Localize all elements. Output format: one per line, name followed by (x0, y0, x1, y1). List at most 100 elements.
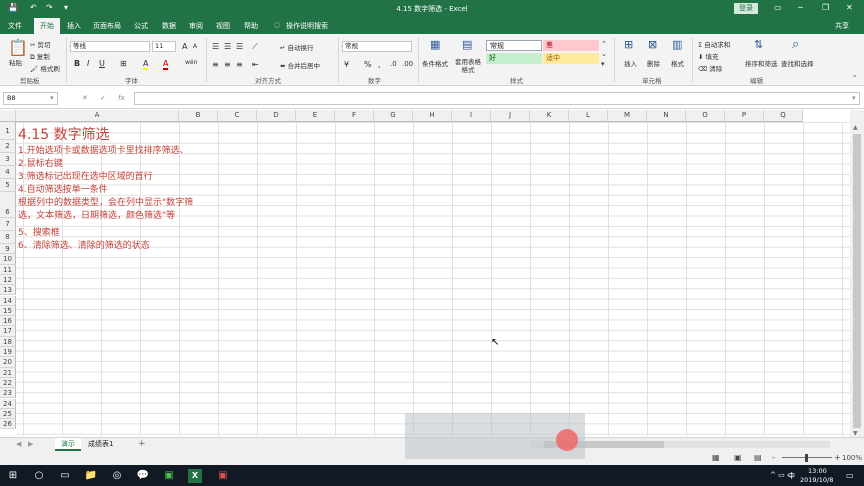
column-header-d[interactable]: D (257, 110, 296, 122)
column-header-n[interactable]: N (647, 110, 686, 122)
tab-data[interactable]: 数据 (162, 21, 176, 31)
find-select-icon[interactable]: ⌕ (792, 37, 799, 52)
tab-insert[interactable]: 插入 (67, 21, 81, 31)
row-header-1[interactable]: 1 (0, 122, 16, 140)
excel-taskbar-icon[interactable]: X (188, 469, 202, 483)
autosum-button[interactable]: Σ 自动求和 (698, 39, 730, 49)
sheet-tab-scores[interactable]: 成绩表1 (82, 438, 119, 451)
wrap-text-button[interactable]: ↵ 自动换行 (280, 42, 314, 52)
font-size-select[interactable]: 11 (152, 41, 176, 52)
row-header-23[interactable]: 23 (0, 388, 16, 399)
app-circle-icon[interactable]: ◎ (110, 469, 124, 483)
zoom-slider-thumb[interactable] (805, 454, 808, 462)
column-header-p[interactable]: P (725, 110, 764, 122)
row-header-8[interactable]: 8 (0, 231, 16, 244)
underline-button[interactable]: U (99, 59, 105, 68)
grow-font-button[interactable]: A (182, 42, 187, 51)
border-icon[interactable]: ⊞ (120, 59, 127, 68)
format-painter-button[interactable]: 🖌 格式刷 (30, 63, 60, 73)
column-header-j[interactable]: J (491, 110, 530, 122)
conditional-format-icon[interactable]: ▦ (430, 38, 440, 51)
scroll-down-icon[interactable]: ▼ (853, 430, 858, 437)
orientation-icon[interactable]: ⟋ (252, 42, 258, 52)
close-icon[interactable]: ✕ (846, 3, 853, 12)
tab-formulas[interactable]: 公式 (134, 21, 148, 31)
cell-a6-line1[interactable]: 根据列中的数据类型，会在列中显示"数字筛 (18, 195, 193, 208)
row-header-7[interactable]: 7 (0, 218, 16, 231)
row-header-22[interactable]: 22 (0, 377, 16, 389)
row-header-10[interactable]: 10 (0, 254, 16, 265)
column-header-f[interactable]: F (335, 110, 374, 122)
currency-icon[interactable]: ¥ (344, 60, 349, 69)
row-header-4[interactable]: 4 (0, 166, 16, 179)
font-color-button[interactable]: A (163, 59, 169, 70)
delete-cells-button[interactable]: 删除 (647, 58, 660, 68)
tab-review[interactable]: 审阅 (189, 21, 203, 31)
font-name-select[interactable]: 等线 (70, 41, 150, 52)
row-header-21[interactable]: 21 (0, 367, 16, 378)
row-header-17[interactable]: 17 (0, 326, 16, 337)
column-header-m[interactable]: M (608, 110, 647, 122)
row-header-18[interactable]: 18 (0, 336, 16, 347)
styles-scroll-down-icon[interactable]: ⌄ (601, 50, 607, 58)
tab-home[interactable]: 开始 (34, 18, 60, 34)
add-sheet-button[interactable]: + (132, 438, 152, 451)
zoom-level[interactable]: 100% (842, 454, 862, 462)
align-center-icon[interactable]: ≡ (224, 60, 231, 69)
cancel-icon[interactable]: ✕ (82, 94, 88, 102)
cell-a2[interactable]: 1.开始选项卡或数据选项卡里找排序筛选、 (18, 143, 189, 156)
decrease-decimal-icon[interactable]: .00 (402, 60, 413, 68)
file-explorer-icon[interactable]: 📁 (84, 469, 98, 483)
row-header-2[interactable]: 2 (0, 140, 16, 153)
ime-indicator[interactable]: 中 (788, 471, 795, 481)
share-button[interactable]: 共享 (835, 21, 849, 31)
cell-a3[interactable]: 2.鼠标右键 (18, 156, 63, 169)
tab-help[interactable]: 帮助 (244, 21, 258, 31)
fill-color-button[interactable]: A (143, 59, 149, 70)
column-header-h[interactable]: H (413, 110, 452, 122)
align-bottom-icon[interactable]: ☰ (236, 42, 243, 51)
column-header-b[interactable]: B (179, 110, 218, 122)
phonetic-button[interactable]: wén (185, 59, 197, 66)
fill-button[interactable]: ⬇ 填充 (698, 51, 719, 61)
row-header-15[interactable]: 15 (0, 305, 16, 317)
comma-button[interactable]: , (378, 60, 381, 69)
column-header-c[interactable]: C (218, 110, 257, 122)
normal-view-icon[interactable]: ▦ (712, 453, 720, 462)
record-icon[interactable] (556, 429, 578, 451)
vertical-scrollbar[interactable]: ▲ ▼ (850, 110, 864, 440)
sort-filter-button[interactable]: 排序和筛选 (745, 58, 778, 68)
align-top-icon[interactable]: ☰ (212, 42, 219, 51)
namebox-dropdown-icon[interactable]: ▾ (50, 94, 54, 102)
tell-me-search[interactable]: 操作说明搜索 (286, 21, 328, 31)
shrink-font-button[interactable]: A (193, 43, 197, 50)
tab-page-layout[interactable]: 页面布局 (93, 21, 121, 31)
ribbon-display-icon[interactable]: ▭ (774, 3, 782, 12)
merge-center-button[interactable]: ⬌ 合并后居中 (280, 60, 320, 70)
tab-file[interactable]: 文件 (8, 21, 22, 31)
align-middle-icon[interactable]: ☰ (224, 42, 231, 51)
sort-filter-icon[interactable]: ⇅ (754, 38, 763, 51)
clock-time[interactable]: 13:00 (808, 467, 827, 475)
restore-icon[interactable]: ❐ (822, 3, 829, 12)
cell-a4[interactable]: 3.筛选标记出现在选中区域的首行 (18, 169, 153, 182)
next-sheet-icon[interactable]: ▶ (22, 438, 39, 451)
row-header-9[interactable]: 9 (0, 244, 16, 255)
percent-button[interactable]: % (364, 60, 372, 69)
align-left-icon[interactable]: ≡ (212, 60, 219, 69)
login-button[interactable]: 登录 (734, 3, 758, 14)
recorder-taskbar-icon[interactable]: ▣ (216, 469, 230, 483)
zoom-in-button[interactable]: + (834, 453, 841, 462)
format-cells-icon[interactable]: ▥ (672, 38, 682, 51)
increase-decimal-icon[interactable]: .0 (390, 60, 397, 68)
row-header-3[interactable]: 3 (0, 153, 16, 166)
zoom-out-button[interactable]: - (772, 453, 775, 462)
clock-date[interactable]: 2019/10/8 (800, 476, 833, 484)
align-right-icon[interactable]: ≡ (236, 60, 243, 69)
format-as-table-button[interactable]: 套用表格格式 (452, 58, 484, 74)
cell-a8[interactable]: 6、清除筛选、清除的筛选的状态 (18, 238, 150, 251)
scroll-up-icon[interactable]: ▲ (853, 124, 858, 131)
row-header-12[interactable]: 12 (0, 274, 16, 286)
clear-button[interactable]: ⌫ 清除 (698, 63, 722, 73)
column-header-o[interactable]: O (686, 110, 725, 122)
